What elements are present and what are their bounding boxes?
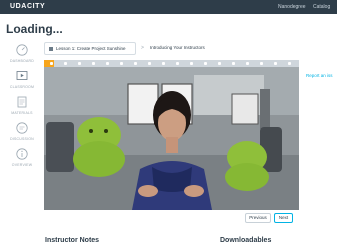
progress-step-marker bbox=[134, 62, 137, 65]
sidebar-item-label: OVERVIEW bbox=[11, 163, 33, 167]
dashboard-icon bbox=[16, 44, 28, 56]
progress-step-marker bbox=[246, 62, 249, 65]
progress-step-marker bbox=[50, 62, 53, 65]
breadcrumb-lesson: Lesson 1: Create Project Sunshine bbox=[56, 46, 126, 51]
sidebar-item-label: MATERIALS bbox=[11, 111, 33, 115]
progress-step-marker bbox=[274, 62, 277, 65]
progress-step-marker bbox=[190, 62, 193, 65]
udacity-logo[interactable]: UDACITY bbox=[10, 3, 45, 10]
sidebar-item-dashboard[interactable]: DASHBOARD bbox=[0, 44, 44, 70]
overview-icon bbox=[16, 148, 28, 160]
sidebar: DASHBOARD CLASSROOM MATERIALS DISCUSSION… bbox=[0, 38, 44, 246]
discussion-icon bbox=[16, 122, 28, 134]
progress-step-marker bbox=[92, 62, 95, 65]
video-frame-image bbox=[44, 67, 299, 210]
progress-step-marker bbox=[64, 62, 67, 65]
progress-step-marker bbox=[176, 62, 179, 65]
breadcrumb-separator: > bbox=[141, 45, 144, 51]
progress-step-marker bbox=[78, 62, 81, 65]
progress-step-marker bbox=[162, 62, 165, 65]
sidebar-item-label: DASHBOARD bbox=[10, 59, 34, 63]
lesson-progress-bar[interactable] bbox=[44, 60, 299, 67]
nanodegree-link[interactable]: Nanodegree bbox=[278, 4, 306, 10]
instructor-notes-heading: Instructor Notes bbox=[45, 237, 100, 244]
next-button[interactable]: Next bbox=[274, 213, 293, 223]
progress-step-marker bbox=[260, 62, 263, 65]
sidebar-item-materials[interactable]: MATERIALS bbox=[0, 96, 44, 122]
lesson-dropdown[interactable]: Lesson 1: Create Project Sunshine bbox=[44, 42, 136, 55]
progress-step-marker bbox=[232, 62, 235, 65]
grid-icon bbox=[49, 47, 53, 51]
downloadables-heading: Downloadables bbox=[220, 237, 272, 244]
page-title: Loading... bbox=[6, 22, 63, 36]
materials-icon bbox=[17, 96, 27, 108]
report-issue-link[interactable]: Report an iss bbox=[306, 73, 333, 78]
progress-step-marker bbox=[288, 62, 291, 65]
breadcrumb-concept: Introducing Your Instructors bbox=[150, 45, 205, 50]
progress-step-marker bbox=[218, 62, 221, 65]
sidebar-item-overview[interactable]: OVERVIEW bbox=[0, 148, 44, 174]
sidebar-item-label: CLASSROOM bbox=[9, 85, 35, 89]
progress-step-marker bbox=[106, 62, 109, 65]
previous-button[interactable]: Previous bbox=[245, 213, 271, 223]
progress-step-marker bbox=[120, 62, 123, 65]
video-player[interactable] bbox=[44, 67, 299, 210]
top-bar: UDACITY Nanodegree Catalog bbox=[0, 0, 337, 14]
catalog-link[interactable]: Catalog bbox=[313, 4, 330, 10]
sidebar-item-classroom[interactable]: CLASSROOM bbox=[0, 70, 44, 96]
sidebar-item-discussion[interactable]: DISCUSSION bbox=[0, 122, 44, 148]
progress-step-marker bbox=[204, 62, 207, 65]
classroom-icon bbox=[16, 71, 28, 80]
sidebar-item-label: DISCUSSION bbox=[10, 137, 34, 141]
progress-step-marker bbox=[148, 62, 151, 65]
